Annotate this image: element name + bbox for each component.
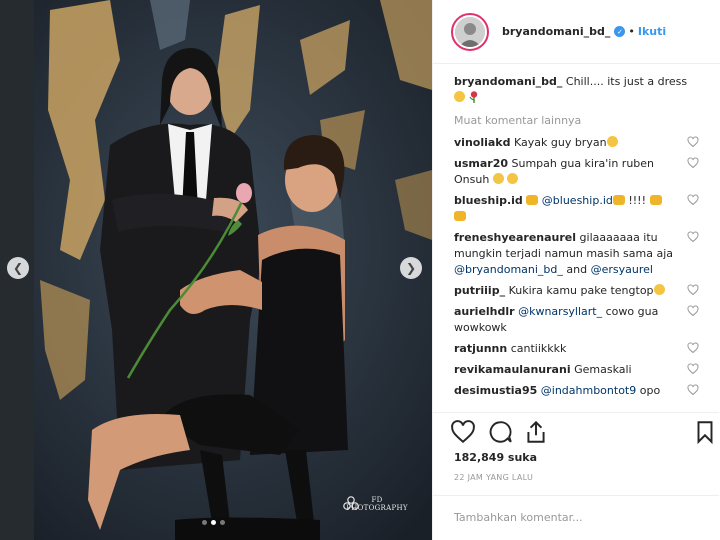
comment-username[interactable]: blueship.id — [454, 194, 523, 207]
next-slide-button[interactable]: ❯ — [400, 257, 422, 279]
comment-username[interactable]: revikamaulanurani — [454, 363, 571, 376]
post-photo[interactable]: ❮ ❯ FD PHOTOGRAPHY — [0, 0, 432, 540]
comment-mention-link[interactable]: @indahmbontot9 — [541, 384, 636, 397]
comment-joiner-text: and — [566, 263, 588, 276]
post-caption: bryandomani_bd_ Chill.... its just a dre… — [454, 74, 699, 106]
comment-username[interactable]: desimustia95 — [454, 384, 537, 397]
add-comment-input[interactable] — [454, 511, 694, 524]
verified-badge-icon: ✓ — [614, 26, 626, 37]
slide-dot-active — [211, 520, 216, 525]
watermark-logo-icon — [343, 496, 359, 510]
flexed-biceps-emoji-icon — [649, 195, 662, 205]
comment-mention-link[interactable]: @bryandomani_bd_ — [454, 263, 563, 276]
comment-item: putriiip_ Kukira kamu pake tengtop — [454, 283, 699, 299]
comment-mention-link[interactable]: @blueship.id — [542, 194, 613, 207]
photo-image — [0, 0, 432, 540]
comment-username[interactable]: freneshyearenaurel — [454, 231, 576, 244]
slide-dot — [220, 520, 225, 525]
heart-icon[interactable] — [450, 419, 476, 445]
comment-item: revikamaulanurani Gemaskali — [454, 362, 699, 378]
load-more-comments-link[interactable]: Muat komentar lainnya — [454, 114, 699, 127]
slide-dot — [202, 520, 207, 525]
laughing-emoji-icon — [507, 173, 519, 184]
comment-like-heart-icon[interactable] — [687, 231, 699, 243]
avatar-image — [455, 16, 485, 47]
laughing-emoji-icon — [492, 173, 504, 184]
comment-like-heart-icon[interactable] — [687, 284, 699, 296]
comment-like-heart-icon[interactable] — [687, 363, 699, 375]
header-separator: • — [628, 25, 635, 38]
comments-section[interactable]: bryandomani_bd_ Chill.... its just a dre… — [433, 74, 719, 410]
chevron-left-icon: ❮ — [12, 261, 24, 275]
comment-text: opo — [639, 384, 661, 397]
chevron-right-icon: ❯ — [405, 261, 417, 275]
comment-mention-link[interactable]: @kwnarsyllart_ — [518, 305, 602, 318]
comment-like-heart-icon[interactable] — [687, 342, 699, 354]
caption-username[interactable]: bryandomani_bd_ — [454, 75, 562, 88]
comment-like-heart-icon[interactable] — [687, 384, 699, 396]
like-count[interactable]: 182,849 suka — [454, 451, 537, 464]
comment-username[interactable]: aurielhdlr — [454, 305, 515, 318]
comment-username[interactable]: ratjunnn — [454, 342, 507, 355]
comment-like-heart-icon[interactable] — [687, 305, 699, 317]
comment-text: Gemaskali — [574, 363, 632, 376]
comment-username[interactable]: putriiip_ — [454, 284, 505, 297]
smiling-emoji-icon — [653, 284, 665, 295]
speech-bubble-icon[interactable] — [487, 419, 513, 445]
comment-text: cantiikkkk — [510, 342, 567, 355]
avatar[interactable] — [451, 12, 489, 51]
comment-item: usmar20 Sumpah gua kira'in ruben Onsuh — [454, 156, 699, 188]
previous-slide-button[interactable]: ❮ — [7, 257, 29, 279]
post-timestamp: 22 JAM YANG LALU — [454, 473, 534, 482]
header-username[interactable]: bryandomani_bd_ — [502, 25, 610, 38]
comment-like-heart-icon[interactable] — [687, 157, 699, 169]
comment-like-heart-icon[interactable] — [687, 136, 699, 148]
laughing-emoji-icon — [454, 91, 465, 102]
rose-emoji-icon — [468, 91, 477, 103]
share-icon[interactable] — [523, 419, 549, 445]
photographer-watermark: FD PHOTOGRAPHY — [342, 495, 412, 512]
comment-item: aurielhdlr @kwnarsyllart_ cowo gua wowko… — [454, 304, 699, 336]
comment-item: vinoliakd Kayak guy bryan — [454, 135, 699, 151]
comment-text: Kukira kamu pake tengtop — [508, 284, 654, 297]
comment-item: desimustia95 @indahmbontot9 opo — [454, 383, 699, 399]
comment-username[interactable]: usmar20 — [454, 157, 508, 170]
bookmark-icon[interactable] — [692, 419, 718, 445]
comment-item: freneshyearenaurel gilaaaaaaa itu mungki… — [454, 230, 699, 278]
comment-text: Kayak guy bryan — [513, 136, 607, 149]
flexed-biceps-emoji-icon — [454, 211, 466, 221]
add-comment-bar — [433, 495, 719, 540]
comment-like-heart-icon[interactable] — [687, 194, 699, 206]
comment-item: blueship.id @blueship.id !!!! — [454, 193, 699, 225]
caption-text: Chill.... its just a dress — [565, 75, 688, 88]
pointing-hand-emoji-icon — [612, 195, 625, 205]
slide-indicator — [202, 520, 225, 525]
post-action-bar — [433, 412, 719, 452]
comment-item: ratjunnn cantiikkkk — [454, 341, 699, 357]
pointing-hand-emoji-icon — [526, 195, 539, 205]
comment-mention-link[interactable]: @ersyaurel — [591, 263, 653, 276]
post-header: bryandomani_bd_ ✓ • Ikuti — [433, 0, 720, 64]
post-sidebar: bryandomani_bd_ ✓ • Ikuti bryandomani_bd… — [432, 0, 720, 540]
comment-text: !!!! — [628, 194, 646, 207]
profile-photo-icon — [455, 16, 485, 47]
laughing-emoji-icon — [606, 136, 618, 147]
comment-username[interactable]: vinoliakd — [454, 136, 510, 149]
follow-button[interactable]: Ikuti — [638, 25, 666, 38]
